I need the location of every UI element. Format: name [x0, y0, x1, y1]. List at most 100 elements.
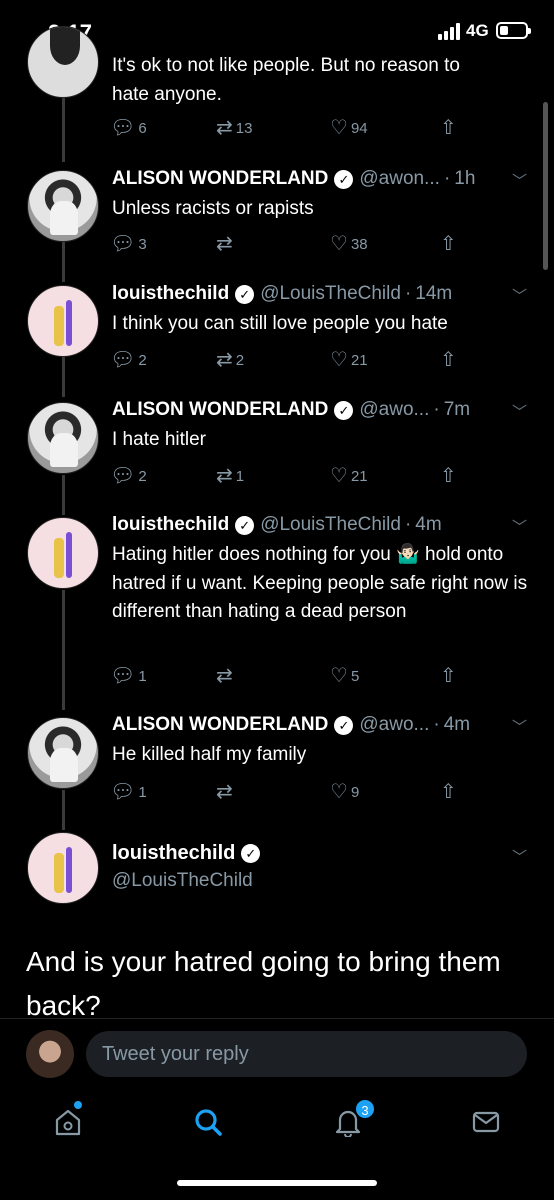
like-button[interactable]: ♡ 21 [330, 348, 368, 372]
verified-icon: ✓ [241, 844, 261, 863]
thread-line [62, 96, 65, 162]
search-icon [195, 1109, 222, 1136]
like-button[interactable]: ♡ 9 [330, 780, 359, 804]
avatar[interactable] [27, 285, 99, 357]
reply-count: 2 [138, 351, 147, 369]
reply-button[interactable]: 💬︎ 3 [110, 232, 147, 256]
verified-icon: ✓ [235, 284, 255, 304]
avatar[interactable] [27, 170, 99, 242]
author-handle[interactable]: @awo... [359, 399, 429, 421]
like-count: 9 [350, 783, 360, 801]
reply-button[interactable]: 💬︎ 1 [110, 664, 147, 688]
tweet-actions: 💬︎ 1 ⇄ ♡ 5 ⇧ [110, 664, 470, 688]
like-button[interactable]: ♡ 5 [330, 664, 359, 688]
verified-icon: ✓ [235, 515, 255, 535]
retweet-icon: ⇄ [216, 117, 233, 139]
chevron-down-icon[interactable]: ﹀ [512, 401, 527, 422]
retweet-icon: ⇄ [216, 665, 233, 687]
avatar[interactable] [27, 517, 99, 589]
avatar[interactable] [27, 26, 99, 98]
reply-button[interactable]: 💬︎ 2 [110, 464, 147, 488]
retweet-button[interactable]: ⇄ [216, 780, 236, 804]
reply-count: 3 [138, 235, 147, 253]
chevron-down-icon[interactable]: ﹀ [512, 846, 527, 867]
author-name[interactable]: ALISON WONDERLAND [112, 714, 328, 736]
home-indicator[interactable] [177, 1180, 377, 1186]
tab-search[interactable] [188, 1102, 228, 1142]
tab-messages[interactable] [466, 1102, 506, 1142]
retweet-count: 1 [235, 467, 245, 485]
author-name[interactable]: ALISON WONDERLAND [112, 399, 328, 421]
author-name[interactable]: ALISON WONDERLAND [112, 168, 328, 190]
chevron-down-icon[interactable]: ﹀ [512, 516, 527, 537]
author-handle[interactable]: @LouisTheChild [112, 870, 253, 892]
verified-icon: ✓ [334, 715, 354, 735]
tweet-actions: 💬︎ 6 ⇄ 13 ♡ 94 ⇧ [110, 116, 470, 140]
share-button[interactable]: ⇧ [440, 664, 457, 688]
tweet-time: 1h [454, 168, 476, 189]
share-button[interactable]: ⇧ [440, 780, 457, 804]
user-avatar[interactable] [26, 1030, 74, 1078]
avatar[interactable] [27, 717, 99, 789]
reply-icon: 💬︎ [110, 233, 136, 255]
avatar[interactable] [27, 402, 99, 474]
retweet-icon: ⇄ [216, 233, 233, 255]
retweet-button[interactable]: ⇄ 1 [216, 464, 244, 488]
share-button[interactable]: ⇧ [440, 464, 457, 488]
verified-icon: ✓ [334, 169, 354, 189]
scrollbar[interactable] [543, 102, 548, 270]
reply-input[interactable] [86, 1031, 527, 1077]
share-button[interactable]: ⇧ [440, 116, 457, 140]
retweet-icon: ⇄ [216, 349, 233, 371]
thread-line [62, 242, 65, 282]
chevron-down-icon[interactable]: ﹀ [512, 170, 527, 191]
like-count: 5 [350, 667, 360, 685]
tweet-header: louisthechild ✓ @LouisTheChild · 14m [112, 283, 452, 305]
author-name[interactable]: louisthechild [112, 283, 229, 305]
author-name[interactable]: louisthechild [112, 842, 235, 865]
reply-icon: 💬︎ [110, 349, 136, 371]
tweet-text: Unless racists or rapists [112, 198, 314, 219]
retweet-button[interactable]: ⇄ [216, 664, 236, 688]
reply-button[interactable]: 💬︎ 1 [110, 780, 147, 804]
retweet-button[interactable]: ⇄ 2 [216, 348, 244, 372]
author-handle[interactable]: @LouisTheChild [260, 514, 401, 536]
reply-count: 1 [138, 783, 147, 801]
author-name[interactable]: louisthechild [112, 514, 229, 536]
retweet-icon: ⇄ [216, 465, 233, 487]
reply-button[interactable]: 💬︎ 6 [110, 116, 147, 140]
chevron-down-icon[interactable]: ﹀ [512, 716, 527, 737]
like-button[interactable]: ♡ 21 [330, 464, 368, 488]
main-tweet-author[interactable]: louisthechild ✓ [112, 842, 266, 865]
share-icon: ⇧ [440, 781, 457, 803]
divider [0, 1018, 554, 1019]
tweet-header: ALISON WONDERLAND ✓ @awo... · 4m [112, 714, 470, 736]
reply-button[interactable]: 💬︎ 2 [110, 348, 147, 372]
share-button[interactable]: ⇧ [440, 348, 457, 372]
tweet-time: 4m [443, 714, 471, 735]
share-icon: ⇧ [440, 665, 457, 687]
avatar[interactable] [27, 832, 99, 904]
share-icon: ⇧ [440, 233, 457, 255]
share-icon: ⇧ [440, 349, 457, 371]
author-handle[interactable]: @LouisTheChild [260, 283, 401, 305]
author-handle[interactable]: @awo... [359, 714, 429, 736]
like-icon: ♡ [330, 233, 348, 255]
tweet-header: ALISON WONDERLAND ✓ @awo... · 7m [112, 399, 470, 421]
author-handle[interactable]: @awon... [359, 168, 440, 190]
retweet-count: 13 [235, 119, 253, 137]
tweet-text: Hating hitler does nothing for you 🤷🏻‍♂️… [112, 544, 528, 622]
like-count: 38 [350, 235, 368, 253]
tab-home[interactable] [48, 1102, 88, 1142]
chevron-down-icon[interactable]: ﹀ [512, 285, 527, 306]
like-button[interactable]: ♡ 94 [330, 116, 368, 140]
reply-icon: 💬︎ [110, 117, 136, 139]
retweet-icon: ⇄ [216, 781, 233, 803]
signal-icon [438, 22, 464, 40]
thread-line [62, 357, 65, 397]
like-button[interactable]: ♡ 38 [330, 232, 368, 256]
retweet-button[interactable]: ⇄ 13 [216, 116, 252, 140]
share-button[interactable]: ⇧ [440, 232, 457, 256]
battery-icon [496, 22, 531, 39]
retweet-button[interactable]: ⇄ [216, 232, 236, 256]
